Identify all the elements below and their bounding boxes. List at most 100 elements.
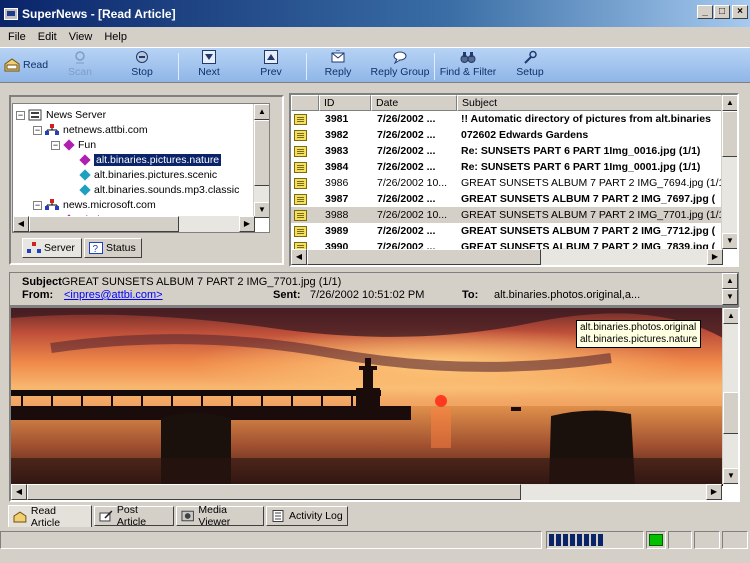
scan-button[interactable]: Scan	[62, 50, 98, 82]
message-icon	[294, 146, 307, 157]
image-viewer[interactable]: alt.binaries.photos.original alt.binarie…	[9, 306, 740, 502]
read-button[interactable]: Read	[4, 57, 48, 73]
menu-view[interactable]: View	[63, 31, 99, 43]
scroll-thumb[interactable]	[29, 216, 179, 232]
tab-status[interactable]: ? Status	[84, 238, 142, 258]
table-row[interactable]: 3984 7/26/2002 ... Re: SUNSETS PART 6 PART…	[291, 159, 723, 175]
collapse-icon[interactable]: −	[33, 200, 42, 210]
find-filter-button[interactable]: Find & Filter	[438, 50, 498, 82]
image-horizontal-scrollbar[interactable]: ◀ ▶	[11, 484, 722, 500]
scroll-up-button[interactable]: ▲	[254, 104, 269, 120]
setup-button[interactable]: Setup	[512, 50, 548, 82]
tab-label: Activity Log	[289, 510, 343, 522]
server-tree[interactable]: − News Server − netnews.attbi.com − Fun alt…	[12, 103, 270, 233]
toolbar-separator	[434, 53, 435, 80]
tree-node-microsoft[interactable]: − news.microsoft.com	[33, 198, 156, 213]
table-row[interactable]: 3989 7/26/2002 ... GREAT SUNSETS ALBUM 7 P…	[291, 223, 723, 239]
tree-vertical-scrollbar[interactable]: ▲ ▼	[253, 104, 269, 218]
scroll-down-button[interactable]: ▼	[722, 289, 738, 305]
close-button[interactable]: ×	[732, 5, 748, 19]
list-horizontal-scrollbar[interactable]: ◀ ▶	[291, 249, 723, 265]
minimize-button[interactable]: _	[697, 5, 713, 19]
group-diamond-icon	[79, 169, 91, 181]
menu-edit[interactable]: Edit	[32, 31, 63, 43]
subject-label: Subject	[22, 276, 62, 288]
message-icon	[294, 162, 307, 173]
scroll-thumb[interactable]	[254, 120, 269, 186]
tree-node-group-scenic[interactable]: alt.binaries.pictures.scenic	[79, 168, 217, 183]
tab-post-article[interactable]: Post Article	[94, 504, 174, 528]
status-bar	[0, 531, 750, 549]
scroll-thumb[interactable]	[722, 111, 737, 157]
cell-date: 7/26/2002 10...	[377, 177, 448, 189]
scroll-left-button[interactable]: ◀	[291, 249, 307, 265]
scroll-left-button[interactable]: ◀	[11, 484, 27, 500]
scroll-right-button[interactable]: ▶	[239, 216, 255, 232]
scroll-left-button[interactable]: ◀	[13, 216, 29, 232]
tree-node-news-server[interactable]: − News Server	[16, 108, 106, 123]
next-label: Next	[198, 66, 220, 78]
cell-date: 7/26/2002 ...	[377, 161, 436, 173]
scroll-thumb[interactable]	[27, 484, 521, 500]
scroll-thumb[interactable]	[723, 392, 738, 434]
reply-button[interactable]: Reply	[320, 50, 356, 82]
column-header-id[interactable]: ID	[319, 95, 371, 111]
cell-id: 3981	[325, 113, 349, 125]
menu-bar: File Edit View Help	[0, 27, 750, 47]
from-email-link[interactable]: <inpres@attbi.com>	[64, 289, 163, 301]
tree-node-netnews[interactable]: − netnews.attbi.com	[33, 123, 148, 138]
article-list[interactable]: ID Date Subject 3981 7/26/2002 ... !! Auto…	[289, 93, 739, 267]
menu-help[interactable]: Help	[98, 31, 133, 43]
scroll-right-button[interactable]: ▶	[706, 484, 722, 500]
table-row[interactable]: 3981 7/26/2002 ... !! Automatic directory …	[291, 111, 723, 127]
tree-label: alt.binaries.pictures.nature	[92, 153, 223, 167]
tree-node-fun[interactable]: − Fun	[51, 138, 96, 153]
table-row[interactable]: 3988 7/26/2002 10... GREAT SUNSETS ALBUM 7…	[291, 207, 723, 223]
to-label: To:	[462, 289, 479, 301]
prev-button[interactable]: Prev	[254, 50, 288, 82]
collapse-icon[interactable]: −	[16, 110, 25, 120]
server-icon	[45, 124, 59, 136]
scroll-thumb[interactable]	[307, 249, 541, 265]
cell-id: 3988	[325, 209, 349, 221]
tree-horizontal-scrollbar[interactable]: ◀ ▶	[13, 216, 255, 232]
table-row[interactable]: 3987 7/26/2002 ... GREAT SUNSETS ALBUM 7 P…	[291, 191, 723, 207]
image-vertical-scrollbar[interactable]: ▲ ▼	[722, 308, 738, 484]
scroll-down-button[interactable]: ▼	[723, 468, 738, 484]
tab-activity-log[interactable]: Activity Log	[266, 506, 348, 526]
next-arrow-icon	[202, 50, 216, 64]
table-row[interactable]: 3986 7/26/2002 10... GREAT SUNSETS ALBUM 7…	[291, 175, 723, 191]
scroll-up-button[interactable]: ▲	[722, 273, 738, 289]
list-vertical-scrollbar[interactable]: ▲ ▼	[721, 95, 737, 249]
scroll-up-button[interactable]: ▲	[722, 95, 737, 111]
stop-button[interactable]: Stop	[126, 50, 158, 82]
column-header-date[interactable]: Date	[371, 95, 457, 111]
svg-text:?: ?	[93, 244, 99, 254]
window-title: SuperNews - [Read Article]	[22, 6, 176, 21]
message-icon	[294, 194, 307, 205]
cell-subject: Re: SUNSETS PART 6 PART 1Img_0001.jpg (1…	[461, 161, 701, 173]
collapse-icon[interactable]: −	[33, 125, 42, 135]
maximize-button[interactable]: □	[714, 5, 730, 19]
table-row[interactable]: 3983 7/26/2002 ... Re: SUNSETS PART 6 PART…	[291, 143, 723, 159]
reply-group-button[interactable]: Reply Group	[370, 50, 430, 82]
cell-id: 3989	[325, 225, 349, 237]
menu-file[interactable]: File	[2, 31, 32, 43]
collapse-icon[interactable]: −	[51, 140, 60, 150]
table-row[interactable]: 3982 7/26/2002 ... 072602 Edwards Gardens	[291, 127, 723, 143]
status-panel	[694, 531, 720, 549]
tab-media-viewer[interactable]: Media Viewer	[176, 504, 264, 528]
scroll-down-button[interactable]: ▼	[254, 202, 269, 218]
tree-node-group-nature[interactable]: alt.binaries.pictures.nature	[79, 153, 223, 168]
scroll-right-button[interactable]: ▶	[707, 249, 723, 265]
tree-node-group-mp3[interactable]: alt.binaries.sounds.mp3.classic	[79, 183, 239, 198]
tab-server[interactable]: Server	[22, 238, 82, 258]
scroll-up-button[interactable]: ▲	[723, 308, 738, 324]
column-header-subject[interactable]: Subject	[457, 95, 723, 111]
tab-read-article[interactable]: Read Article	[8, 505, 92, 529]
scroll-down-button[interactable]: ▼	[722, 233, 737, 249]
subject-value: GREAT SUNSETS ALBUM 7 PART 2 IMG_7701.jp…	[61, 276, 342, 288]
indicator-light	[649, 534, 663, 546]
next-button[interactable]: Next	[192, 50, 226, 82]
column-header-icon[interactable]	[291, 95, 319, 111]
